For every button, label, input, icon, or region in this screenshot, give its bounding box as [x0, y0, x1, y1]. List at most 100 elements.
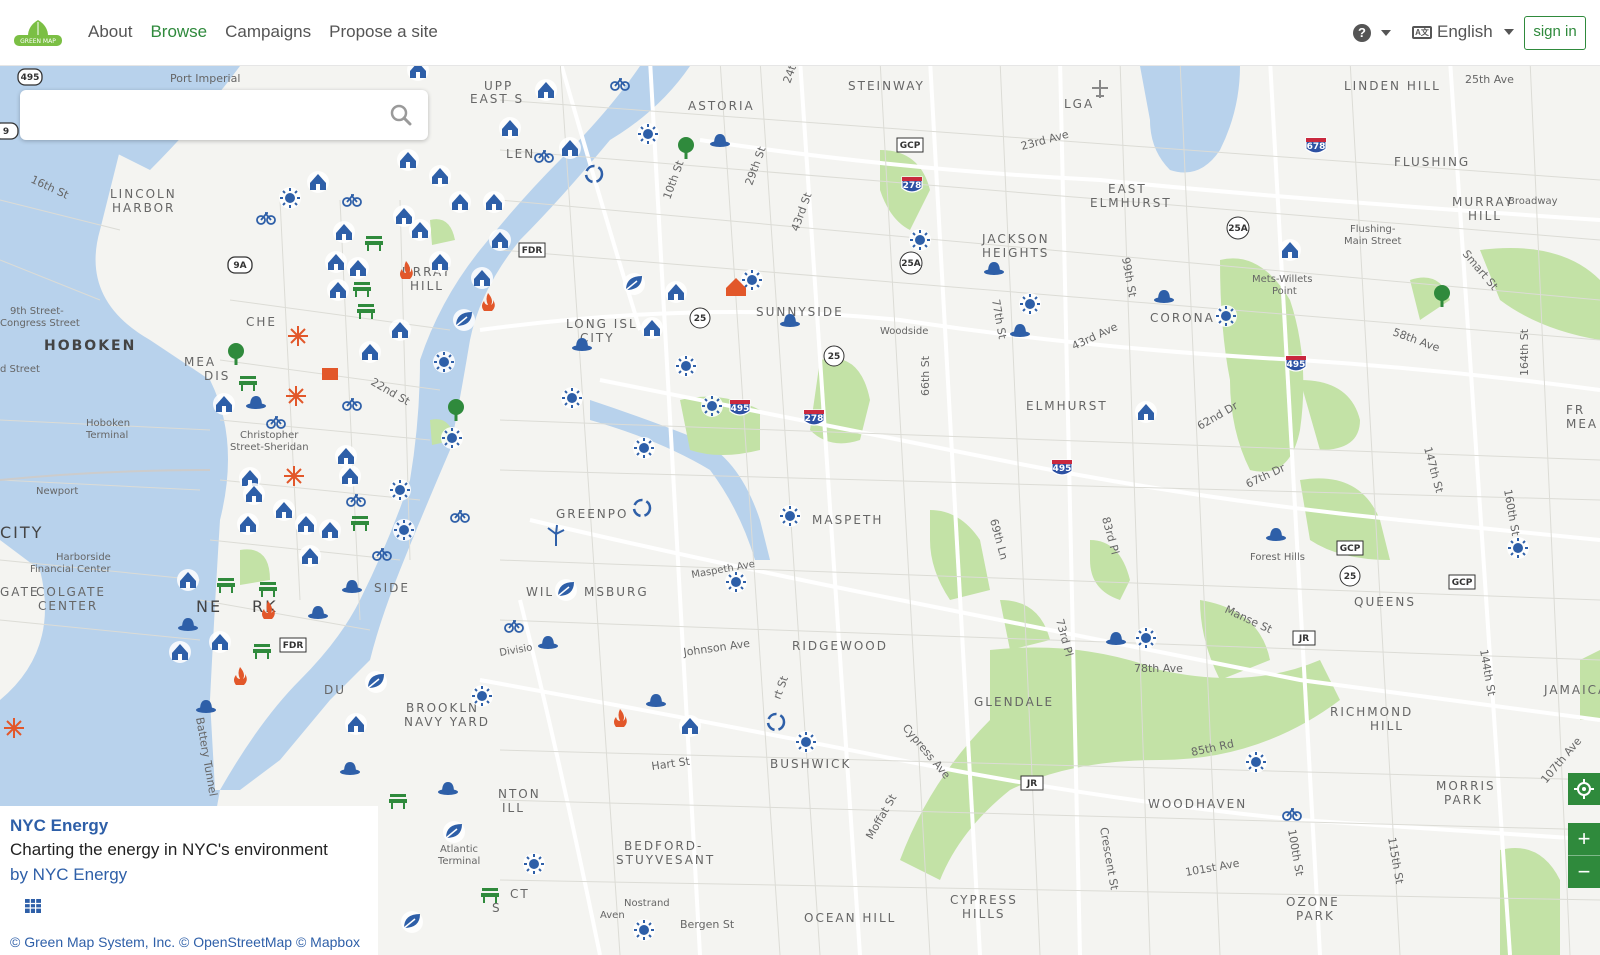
svg-text:Woodside: Woodside	[880, 326, 928, 337]
svg-text:NTON: NTON	[498, 787, 541, 801]
svg-text:COLGATE: COLGATE	[36, 585, 106, 599]
chevron-down-icon	[1503, 29, 1514, 35]
svg-text:LINDEN HILL: LINDEN HILL	[1344, 79, 1441, 93]
svg-text:OZONE: OZONE	[1286, 895, 1340, 909]
sign-in-button[interactable]: sign in	[1524, 16, 1586, 50]
svg-text:QUEENS: QUEENS	[1354, 595, 1416, 609]
svg-text:495: 495	[731, 404, 750, 414]
svg-text:Hoboken: Hoboken	[86, 418, 130, 429]
svg-text:JAMAICA: JAMAICA	[1543, 683, 1600, 697]
svg-text:JR: JR	[1298, 634, 1309, 644]
search-input[interactable]	[32, 90, 376, 138]
svg-text:Financial Center: Financial Center	[30, 564, 112, 575]
svg-text:Terminal: Terminal	[85, 430, 128, 441]
map-info-panel: NYC Energy Charting the energy in NYC's …	[0, 806, 378, 955]
svg-text:CENTER: CENTER	[38, 599, 98, 613]
svg-text:Main Street: Main Street	[1344, 236, 1402, 247]
svg-text:25A: 25A	[1228, 224, 1248, 234]
svg-text:STUYVESANT: STUYVESANT	[616, 853, 715, 867]
nav-about[interactable]: About	[88, 22, 132, 42]
svg-text:HARBOR: HARBOR	[112, 201, 175, 215]
svg-text:25A: 25A	[901, 259, 921, 269]
map-attribution[interactable]: © Green Map System, Inc. © OpenStreetMap…	[10, 934, 360, 950]
svg-text:GLENDALE: GLENDALE	[974, 695, 1054, 709]
search-icon[interactable]	[390, 104, 412, 126]
svg-text:CORONA: CORONA	[1150, 311, 1215, 325]
svg-text:Port Imperial: Port Imperial	[170, 72, 240, 85]
svg-text:LINCOLN: LINCOLN	[110, 187, 177, 201]
svg-text:Congress Street: Congress Street	[0, 318, 80, 329]
svg-text:d Street: d Street	[0, 364, 40, 375]
svg-text:Forest Hills: Forest Hills	[1250, 552, 1305, 563]
svg-text:MEA: MEA	[1566, 417, 1598, 431]
map-byline[interactable]: by NYC Energy	[10, 865, 127, 885]
svg-text:Bergen St: Bergen St	[680, 918, 735, 931]
svg-text:9: 9	[3, 127, 9, 137]
locate-button[interactable]	[1568, 773, 1600, 805]
svg-text:Terminal: Terminal	[437, 856, 480, 867]
svg-text:ASTORIA: ASTORIA	[688, 99, 755, 113]
svg-text:HILL: HILL	[1468, 209, 1502, 223]
svg-text:ELMHURST: ELMHURST	[1090, 196, 1172, 210]
svg-text:495: 495	[21, 73, 40, 83]
svg-text:CT: CT	[510, 887, 530, 901]
svg-text:NE: NE	[196, 597, 222, 616]
svg-text:HILL: HILL	[410, 279, 444, 293]
nav-propose-a-site[interactable]: Propose a site	[329, 22, 438, 42]
svg-text:RIDGEWOOD: RIDGEWOOD	[792, 639, 888, 653]
svg-text:Flushing-: Flushing-	[1350, 224, 1396, 235]
zoom-out-button[interactable]: −	[1568, 855, 1600, 888]
svg-text:HILLS: HILLS	[962, 907, 1006, 921]
svg-text:9th Street-: 9th Street-	[10, 306, 64, 317]
svg-text:WIL: WIL	[526, 585, 554, 599]
svg-text:25: 25	[694, 314, 707, 324]
svg-text:9A: 9A	[233, 261, 246, 271]
svg-text:FR: FR	[1566, 403, 1585, 417]
svg-text:STEINWAY: STEINWAY	[848, 79, 925, 93]
language-icon: A文	[1412, 25, 1432, 39]
svg-text:CITY: CITY	[0, 523, 43, 542]
svg-text:78th Ave: 78th Ave	[1134, 662, 1183, 675]
svg-text:ELMHURST: ELMHURST	[1026, 399, 1108, 413]
svg-text:DIS: DIS	[204, 369, 230, 383]
chevron-down-icon	[1381, 30, 1391, 36]
svg-text:Broadway: Broadway	[1508, 196, 1558, 207]
svg-text:LONG ISL: LONG ISL	[566, 317, 638, 331]
svg-text:GREEN MAP: GREEN MAP	[20, 38, 56, 45]
table-view-icon[interactable]	[24, 898, 42, 914]
svg-text:25th Ave: 25th Ave	[1465, 73, 1514, 86]
svg-text:GREENPO: GREENPO	[556, 507, 628, 521]
svg-text:HEIGHTS: HEIGHTS	[982, 246, 1049, 260]
svg-text:Christopher: Christopher	[240, 430, 299, 441]
svg-text:S: S	[492, 901, 502, 915]
svg-text:MEA: MEA	[184, 355, 216, 369]
language-dropdown[interactable]: A文 English	[1412, 22, 1514, 42]
language-label: English	[1437, 22, 1493, 41]
svg-text:GCP: GCP	[900, 141, 921, 151]
svg-text:FDR: FDR	[522, 246, 543, 256]
svg-text:Atlantic: Atlantic	[440, 844, 478, 855]
svg-text:495: 495	[1287, 360, 1306, 370]
nav-browse[interactable]: Browse	[150, 22, 207, 42]
main-nav: About Browse Campaigns Propose a site	[88, 22, 438, 42]
svg-text:HOBOKEN: HOBOKEN	[44, 338, 136, 354]
svg-text:SUNNYSIDE: SUNNYSIDE	[756, 305, 844, 319]
zoom-in-button[interactable]: +	[1568, 823, 1600, 855]
help-icon: ?	[1353, 24, 1371, 42]
svg-text:25: 25	[1344, 572, 1357, 582]
svg-text:678: 678	[1307, 142, 1326, 152]
nav-campaigns[interactable]: Campaigns	[225, 22, 311, 42]
help-dropdown[interactable]: ?	[1353, 24, 1391, 42]
svg-text:GATE: GATE	[0, 585, 40, 599]
svg-text:MURRAY: MURRAY	[1452, 195, 1514, 209]
svg-text:BEDFORD-: BEDFORD-	[624, 839, 703, 853]
green-map-logo[interactable]: GREEN MAP	[12, 18, 64, 50]
svg-text:66th St: 66th St	[919, 355, 932, 396]
svg-text:GCP: GCP	[1452, 578, 1473, 588]
svg-text:Aven: Aven	[600, 910, 625, 921]
svg-text:NAVY YARD: NAVY YARD	[404, 715, 490, 729]
map-title[interactable]: NYC Energy	[10, 816, 108, 836]
svg-text:Harborside: Harborside	[56, 552, 111, 563]
svg-text:Street-Sheridan: Street-Sheridan	[230, 442, 309, 453]
svg-text:OCEAN HILL: OCEAN HILL	[804, 911, 896, 925]
